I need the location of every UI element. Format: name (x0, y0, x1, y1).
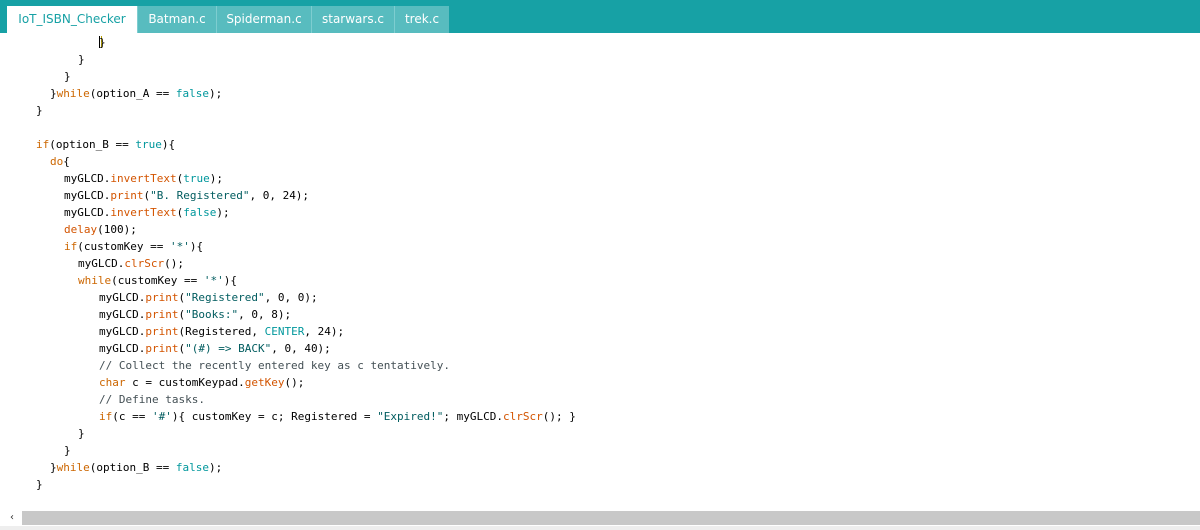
literal: false (175, 87, 209, 100)
code-line: myGLCD.print("B. Registered", 0, 24); (64, 189, 310, 202)
tab-spiderman[interactable]: Spiderman.c (216, 6, 311, 33)
code-line: myGLCD.invertText(true); (64, 172, 223, 185)
code-line: while(customKey == '*'){ (78, 274, 237, 287)
code-line: if(customKey == '*'){ (64, 240, 204, 253)
keyword: while (56, 87, 90, 100)
code-line: myGLCD.clrScr(); (78, 257, 184, 270)
code-line: } (78, 53, 85, 66)
keyword: do (50, 155, 64, 168)
code-line: } (78, 427, 85, 440)
tab-trek[interactable]: trek.c (394, 6, 449, 33)
code-line: myGLCD.print("Registered", 0, 0); (99, 291, 318, 304)
function-name: print (145, 325, 179, 338)
horizontal-scrollbar[interactable]: ‹ (0, 510, 1200, 526)
string-literal: "Registered" (185, 291, 265, 304)
string-literal: "Expired!" (377, 410, 444, 423)
code-line: } (36, 478, 43, 491)
string-literal: "B. Registered" (150, 189, 250, 202)
function-name: invertText (110, 206, 177, 219)
keyword: if (64, 240, 78, 253)
code-line: } (64, 444, 71, 457)
code-line: delay(100); (64, 223, 137, 236)
string-literal: "(#) => BACK" (185, 342, 272, 355)
char-literal: '#' (152, 410, 172, 423)
function-name: print (110, 189, 144, 202)
tab-batman[interactable]: Batman.c (137, 6, 216, 33)
function-name: invertText (110, 172, 177, 185)
code-line: do{ (50, 155, 70, 168)
code-comment: // Collect the recently entered key as c… (99, 359, 450, 372)
keyword: if (99, 410, 113, 423)
scrollbar-thumb[interactable] (22, 511, 1200, 525)
code-line: myGLCD.invertText(false); (64, 206, 230, 219)
function-name: getKey (244, 376, 285, 389)
string-literal: "Books:" (185, 308, 239, 321)
code-line: if(c == '#'){ customKey = c; Registered … (99, 410, 576, 423)
keyword: char (99, 376, 126, 389)
literal: false (183, 206, 217, 219)
char-literal: '*' (169, 240, 190, 253)
code-line: } (64, 70, 71, 83)
function-name: print (145, 342, 179, 355)
code-line: }while(option_A == false); (50, 87, 223, 100)
char-literal: '*' (203, 274, 224, 287)
function-name: clrScr (503, 410, 543, 423)
code-comment: // Define tasks. (99, 393, 205, 406)
tab-starwars[interactable]: starwars.c (311, 6, 394, 33)
function-name: print (145, 308, 179, 321)
scroll-left-arrow-icon[interactable]: ‹ (4, 510, 20, 526)
keyword: while (56, 461, 90, 474)
code-editor[interactable]: } } } }while(option_A == false); } if(op… (0, 33, 1200, 510)
code-line: myGLCD.print("Books:", 0, 8); (99, 308, 292, 321)
literal: true (183, 172, 210, 185)
tab-bar: IoT_ISBN_Checker Batman.c Spiderman.c st… (0, 0, 1200, 33)
code-line: }while(option_B == false); (50, 461, 223, 474)
code-line: myGLCD.print("(#) => BACK", 0, 40); (99, 342, 331, 355)
tab-iot-isbn-checker[interactable]: IoT_ISBN_Checker (7, 6, 137, 33)
function-name: clrScr (124, 257, 165, 270)
function-name: delay (64, 223, 98, 236)
code-line: } (99, 36, 106, 49)
code-line: char c = customKeypad.getKey(); (99, 376, 305, 389)
literal: CENTER (264, 325, 305, 338)
code-line: myGLCD.print(Registered, CENTER, 24); (99, 325, 345, 338)
code-line: if(option_B == true){ (36, 138, 176, 151)
function-name: print (145, 291, 179, 304)
editor-footer-strip (0, 526, 1200, 530)
keyword: while (78, 274, 112, 287)
literal: true (135, 138, 162, 151)
literal: false (175, 461, 209, 474)
keyword: if (36, 138, 50, 151)
code-line: } (36, 104, 43, 117)
